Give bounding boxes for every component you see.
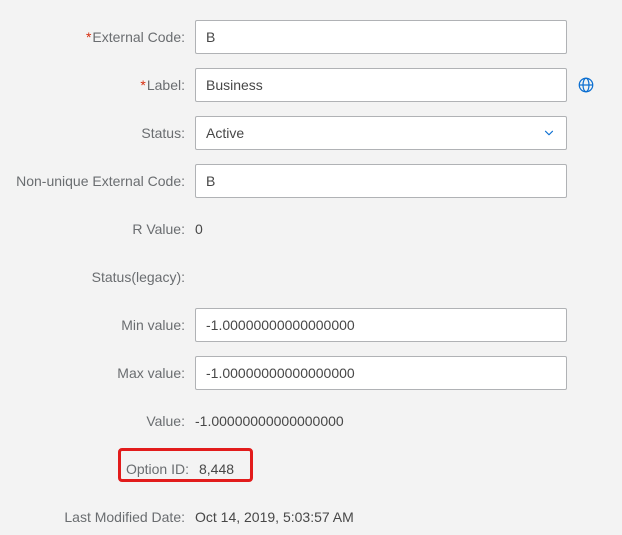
select-status[interactable]: Active bbox=[195, 116, 567, 150]
label-status-legacy: Status(legacy): bbox=[0, 269, 195, 285]
row-status-legacy: Status(legacy): bbox=[0, 260, 600, 294]
value-last-modified: Oct 14, 2019, 5:03:57 AM bbox=[195, 509, 354, 525]
input-label[interactable] bbox=[195, 68, 567, 102]
required-asterisk: * bbox=[86, 29, 91, 45]
row-non-unique-external-code: Non-unique External Code: bbox=[0, 164, 600, 198]
input-non-unique-external-code[interactable] bbox=[195, 164, 567, 198]
row-status: Status: Active bbox=[0, 116, 600, 150]
row-r-value: R Value: 0 bbox=[0, 212, 600, 246]
label-external-code: *External Code: bbox=[0, 29, 195, 45]
row-option-id: Option ID: 8,448 bbox=[0, 452, 600, 486]
row-label: *Label: bbox=[0, 68, 600, 102]
input-max-value[interactable] bbox=[195, 356, 567, 390]
chevron-down-icon bbox=[542, 126, 556, 140]
value-value: -1.00000000000000000 bbox=[195, 413, 344, 429]
globe-icon[interactable] bbox=[577, 76, 595, 94]
row-min-value: Min value: bbox=[0, 308, 600, 342]
form-panel: *External Code: *Label: Status: bbox=[0, 0, 622, 535]
row-external-code: *External Code: bbox=[0, 20, 600, 54]
label-max-value: Max value: bbox=[0, 365, 195, 381]
label-value: Value: bbox=[0, 413, 195, 429]
value-option-id: 8,448 bbox=[199, 461, 234, 477]
value-r-value: 0 bbox=[195, 221, 203, 237]
required-asterisk: * bbox=[140, 77, 145, 93]
label-last-modified: Last Modified Date: bbox=[0, 509, 195, 525]
select-status-value: Active bbox=[206, 125, 244, 141]
label-option-id: Option ID: bbox=[4, 461, 199, 477]
label-label: *Label: bbox=[0, 77, 195, 93]
label-min-value: Min value: bbox=[0, 317, 195, 333]
row-value: Value: -1.00000000000000000 bbox=[0, 404, 600, 438]
label-non-unique-external-code: Non-unique External Code: bbox=[0, 173, 195, 189]
input-min-value[interactable] bbox=[195, 308, 567, 342]
input-external-code[interactable] bbox=[195, 20, 567, 54]
label-r-value: R Value: bbox=[0, 221, 195, 237]
label-status: Status: bbox=[0, 125, 195, 141]
row-last-modified: Last Modified Date: Oct 14, 2019, 5:03:5… bbox=[0, 500, 600, 534]
row-max-value: Max value: bbox=[0, 356, 600, 390]
